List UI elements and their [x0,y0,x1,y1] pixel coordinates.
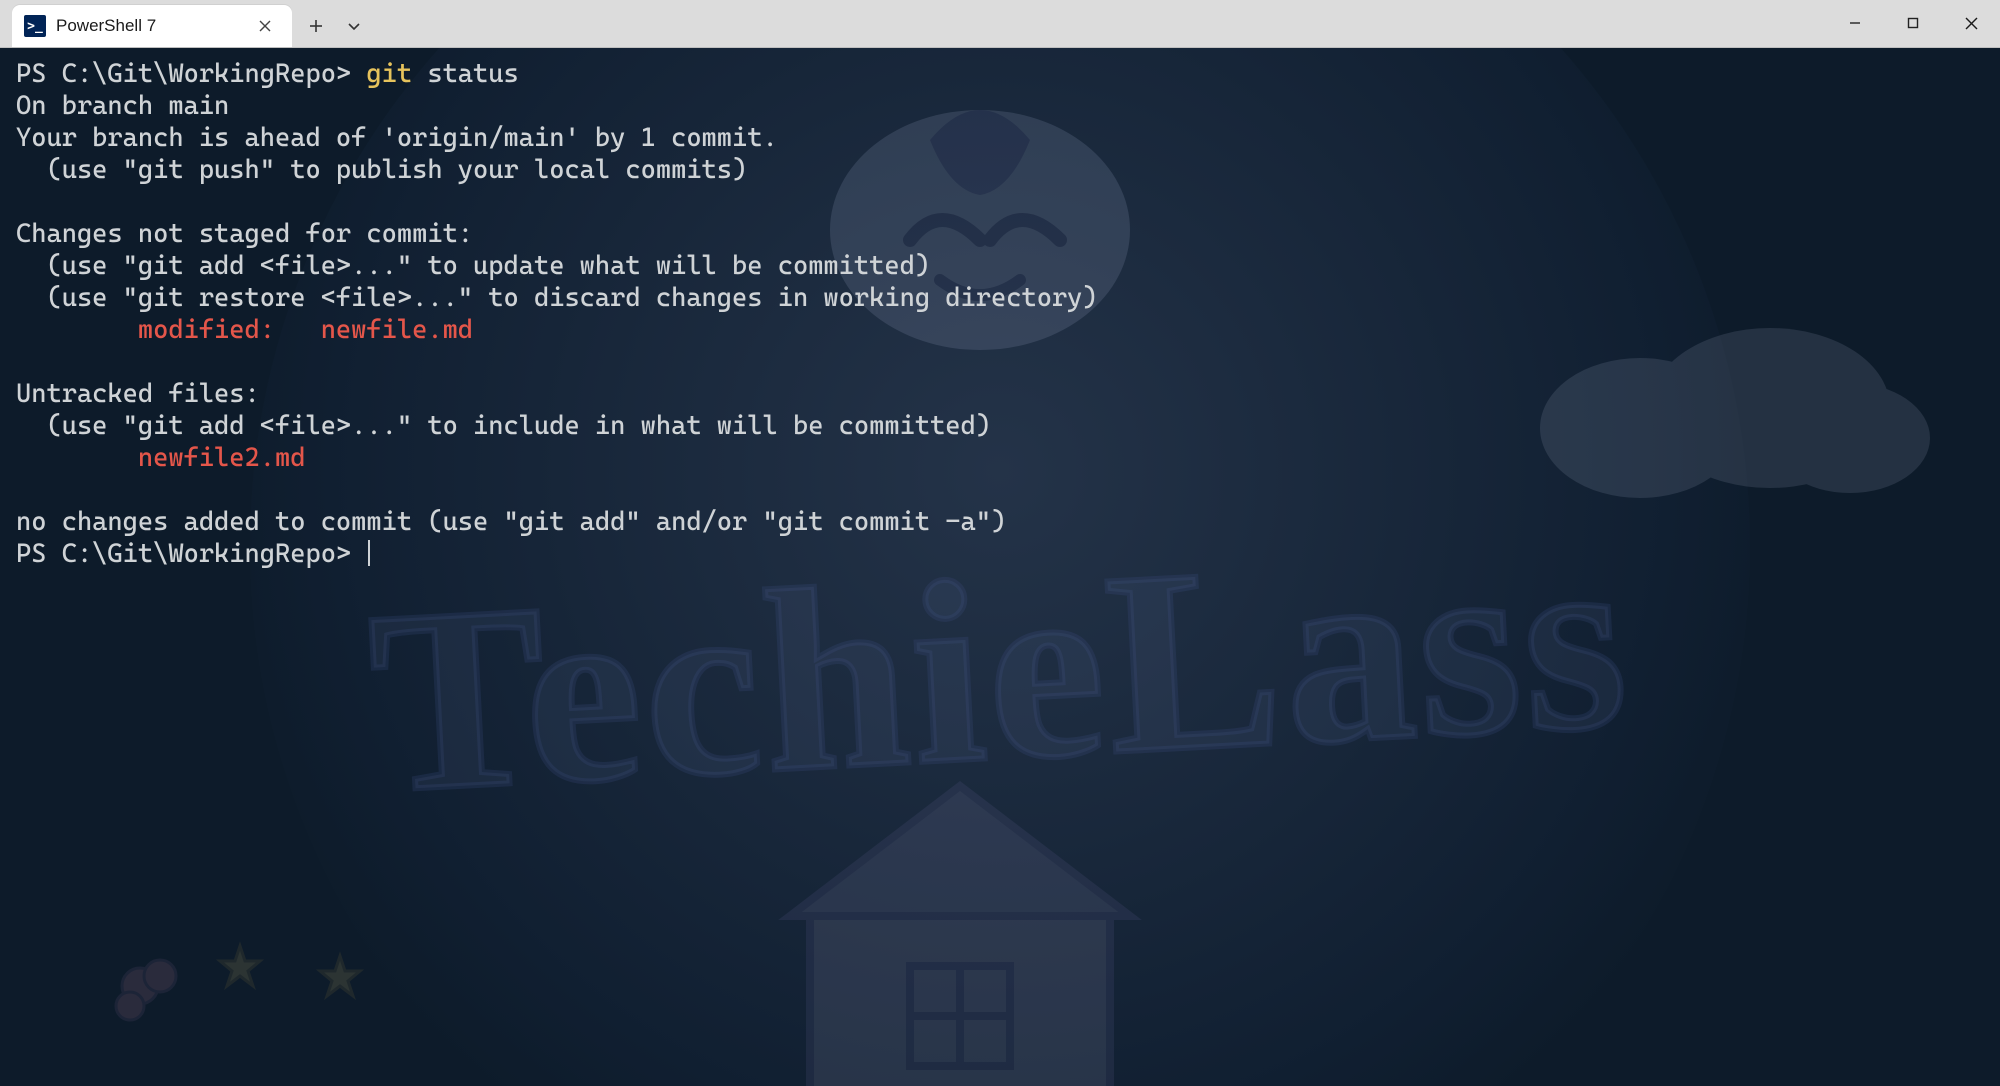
output-line: no changes added to commit (use "git add… [16,507,1006,537]
output-line: (use "git push" to publish your local co… [16,155,747,185]
command-git: git [366,59,412,89]
tab-title: PowerShell 7 [56,16,242,36]
prompt: PS C:\Git\WorkingRepo> [16,539,366,569]
output-line: Changes not staged for commit: [16,219,473,249]
output-line: (use "git add <file>..." to include in w… [16,411,991,441]
close-icon [259,20,271,32]
window-controls [1826,0,2000,47]
minimize-icon [1848,16,1862,30]
output-line: On branch main [16,91,229,121]
output-line: Untracked files: [16,379,260,409]
terminal-output: PS C:\Git\WorkingRepo> git status On bra… [0,48,2000,580]
cursor [368,540,370,566]
output-line [16,315,138,345]
output-line: Your branch is ahead of 'origin/main' by… [16,123,778,153]
tab-powershell[interactable]: >_ PowerShell 7 [12,5,292,47]
maximize-icon [1907,17,1919,29]
prompt: PS C:\Git\WorkingRepo> [16,59,366,89]
output-line: (use "git restore <file>..." to discard … [16,283,1098,313]
powershell-icon: >_ [24,15,46,37]
command-args: status [412,59,519,89]
window-close-button[interactable] [1942,3,2000,43]
modified-file: modified: newfile.md [138,315,473,345]
new-tab-button[interactable] [298,8,334,44]
untracked-file: newfile2.md [138,443,306,473]
output-line: (use "git add <file>..." to update what … [16,251,930,281]
tab-dropdown-button[interactable] [336,8,372,44]
minimize-button[interactable] [1826,3,1884,43]
maximize-button[interactable] [1884,3,1942,43]
tab-close-button[interactable] [252,13,278,39]
titlebar: >_ PowerShell 7 [0,0,2000,48]
tabstrip-controls [298,5,372,47]
chevron-down-icon [347,19,361,33]
terminal-pane[interactable]: TechieLass PS C:\Git\WorkingRepo> git st… [0,48,2000,1086]
output-line [16,443,138,473]
plus-icon [309,19,323,33]
close-icon [1965,17,1978,30]
